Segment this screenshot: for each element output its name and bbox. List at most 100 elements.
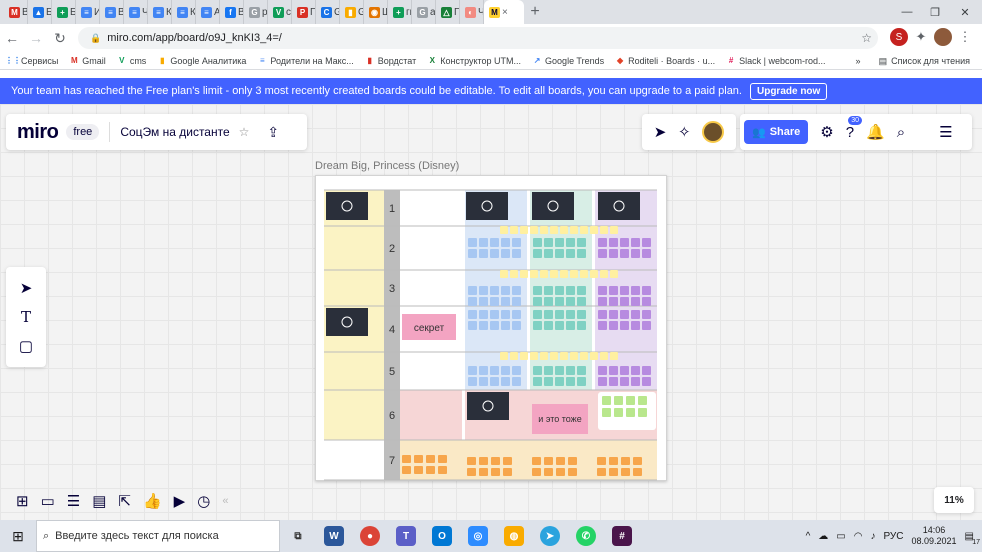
puzzle-icon[interactable]: ✦ [912,28,930,46]
teams-icon[interactable]: T [388,520,424,552]
photos-icon[interactable]: ◍ [496,520,532,552]
url-field[interactable]: 🔒 miro.com/app/board/o9J_knKI3_4=/ ☆ [78,27,878,49]
cloud-icon[interactable]: ☁ [818,531,828,542]
browser-tab[interactable]: ◉Ш [364,0,388,24]
clock[interactable]: 14:06 08.09.2021 [912,525,957,547]
board-frame[interactable]: 1 2 3 4 5 6 7 секрет и это тоже [315,175,667,481]
bookmark-item[interactable]: ≡ Родители на Макс... [257,56,354,66]
wifi-icon[interactable]: ◠ [854,531,863,542]
browser-tab[interactable]: Gра [244,0,268,24]
chat-icon[interactable]: ☰ [67,492,80,510]
export-icon[interactable]: ⇪ [267,124,279,141]
browser-tab[interactable]: +ги [388,0,412,24]
extension-icon[interactable]: S [890,28,908,46]
browser-tab[interactable]: ▲БК [28,0,52,24]
bookmark-item[interactable]: # Slack | webcom-rod... [726,56,826,66]
telegram-icon[interactable]: ➤ [532,520,568,552]
forward-button[interactable]: → [24,26,48,50]
menu-kebab-icon[interactable]: ⋮ [956,28,974,46]
close-tab-icon[interactable]: × [502,7,508,18]
sticky-yellow [510,226,518,234]
search-icon[interactable]: ⌕ [897,124,905,141]
collapse-icon[interactable]: « [222,495,228,507]
browser-tab[interactable]: ◐Чт [460,0,484,24]
bookmark-item[interactable]: M Gmail [69,56,106,66]
zoom-level[interactable]: 11% [934,487,974,513]
bookmark-item[interactable]: ⋮⋮ Сервисы [5,56,58,66]
bookmark-star-icon[interactable]: ☆ [861,31,872,45]
collaborator-avatar[interactable] [702,121,725,143]
reload-button[interactable]: ↻ [48,26,72,50]
sticky-note-icon[interactable]: ▢ [19,337,33,355]
browser-tab[interactable]: ≡Кс [172,0,196,24]
bookmark-item[interactable]: ◆ Roditeli · Boards · u... [615,56,715,66]
language-indicator[interactable]: РУС [883,531,903,542]
bell-icon[interactable]: 🔔 [866,123,885,141]
browser-tab[interactable]: ≡Ир [76,0,100,24]
upgrade-button[interactable]: Upgrade now [749,82,828,100]
help-icon[interactable]: ? 30 [846,115,863,141]
bookmarks-more-icon[interactable]: » [856,56,861,66]
reaction-icon[interactable]: 👍 [143,492,162,510]
browser-tab[interactable]: ≡Чт [124,0,148,24]
video-icon[interactable]: ▶ [174,492,186,510]
comment-icon[interactable]: ▭ [41,492,55,510]
browser-tab[interactable]: △Пс [436,0,460,24]
browser-tab[interactable]: CGc [316,0,340,24]
settings-sliders-icon[interactable]: ⚙ [820,123,833,141]
volume-icon[interactable]: ♪ [870,531,875,542]
plan-badge[interactable]: free [66,124,100,140]
bookmark-item[interactable]: ▮ Вордстат [365,56,417,66]
minimize-button[interactable]: — [892,0,922,24]
word-icon[interactable]: W [316,520,352,552]
frames-icon[interactable]: ⊞ [16,492,29,510]
maximize-button[interactable]: ❐ [920,0,950,24]
browser-tab[interactable]: Vсп [268,0,292,24]
chrome-icon[interactable]: ● [352,520,388,552]
browser-tab[interactable]: ≡Ве [100,0,124,24]
notifications-icon[interactable]: ▤ 17 [965,531,980,546]
browser-tab[interactable]: РПс [292,0,316,24]
bookmark-item[interactable]: ↗ Google Trends [532,56,604,66]
sticky-yellow [600,226,608,234]
slack-icon[interactable]: # [604,520,640,552]
miro-logo[interactable]: miro [17,121,59,144]
outlook-icon[interactable]: O [424,520,460,552]
whatsapp-icon[interactable]: ✆ [568,520,604,552]
browser-tab[interactable]: +Бк [52,0,76,24]
text-tool-icon[interactable]: T [21,308,31,326]
browser-tab[interactable]: ≡Кс [148,0,172,24]
browser-tab[interactable]: Gар [412,0,436,24]
share-button[interactable]: 👥 Share [744,120,809,144]
frame-title[interactable]: Dream Big, Princess (Disney) [315,160,459,172]
cursor-icon[interactable]: ➤ [654,123,667,141]
bookmark-item[interactable]: ▮ Google Аналитика [157,56,246,66]
reading-list-icon[interactable]: ▤ [879,56,888,67]
active-browser-tab[interactable]: M × [484,0,524,24]
timer-icon[interactable]: ◷ [197,492,210,510]
tray-chevron-icon[interactable]: ^ [806,531,811,542]
task-view-icon[interactable]: ⧉ [280,520,316,552]
new-tab-button[interactable]: + [524,0,546,24]
browser-tab[interactable]: fВа [220,0,244,24]
taskbar-search[interactable]: ⌕ Введите здесь текст для поиска [36,520,280,552]
cards-icon[interactable]: ▤ [92,492,106,510]
select-cursor-icon[interactable]: ➤ [20,279,33,297]
browser-tab[interactable]: ≡Ав [196,0,220,24]
reading-list[interactable]: Список для чтения [891,56,970,66]
profile-avatar[interactable] [934,28,952,46]
battery-icon[interactable]: ▭ [836,531,845,542]
browser-tab[interactable]: MВх [4,0,28,24]
browser-tab[interactable]: ▮Gc [340,0,364,24]
back-button[interactable]: ← [0,26,24,50]
board-name[interactable]: СоцЭм на дистанте [120,125,229,139]
star-icon[interactable]: ☆ [239,125,250,139]
share-screen-icon[interactable]: ⇱ [118,492,131,510]
close-window-button[interactable]: ✕ [950,0,980,24]
celebrate-icon[interactable]: ✧ [678,123,691,141]
zoom-app-icon[interactable]: ◎ [460,520,496,552]
bookmark-item[interactable]: Vcms [117,56,146,66]
board-menu-icon[interactable]: ☰ [939,123,952,141]
windows-start-icon[interactable]: ⊞ [0,520,36,552]
bookmark-item[interactable]: X Конструктор UTM... [427,56,521,66]
